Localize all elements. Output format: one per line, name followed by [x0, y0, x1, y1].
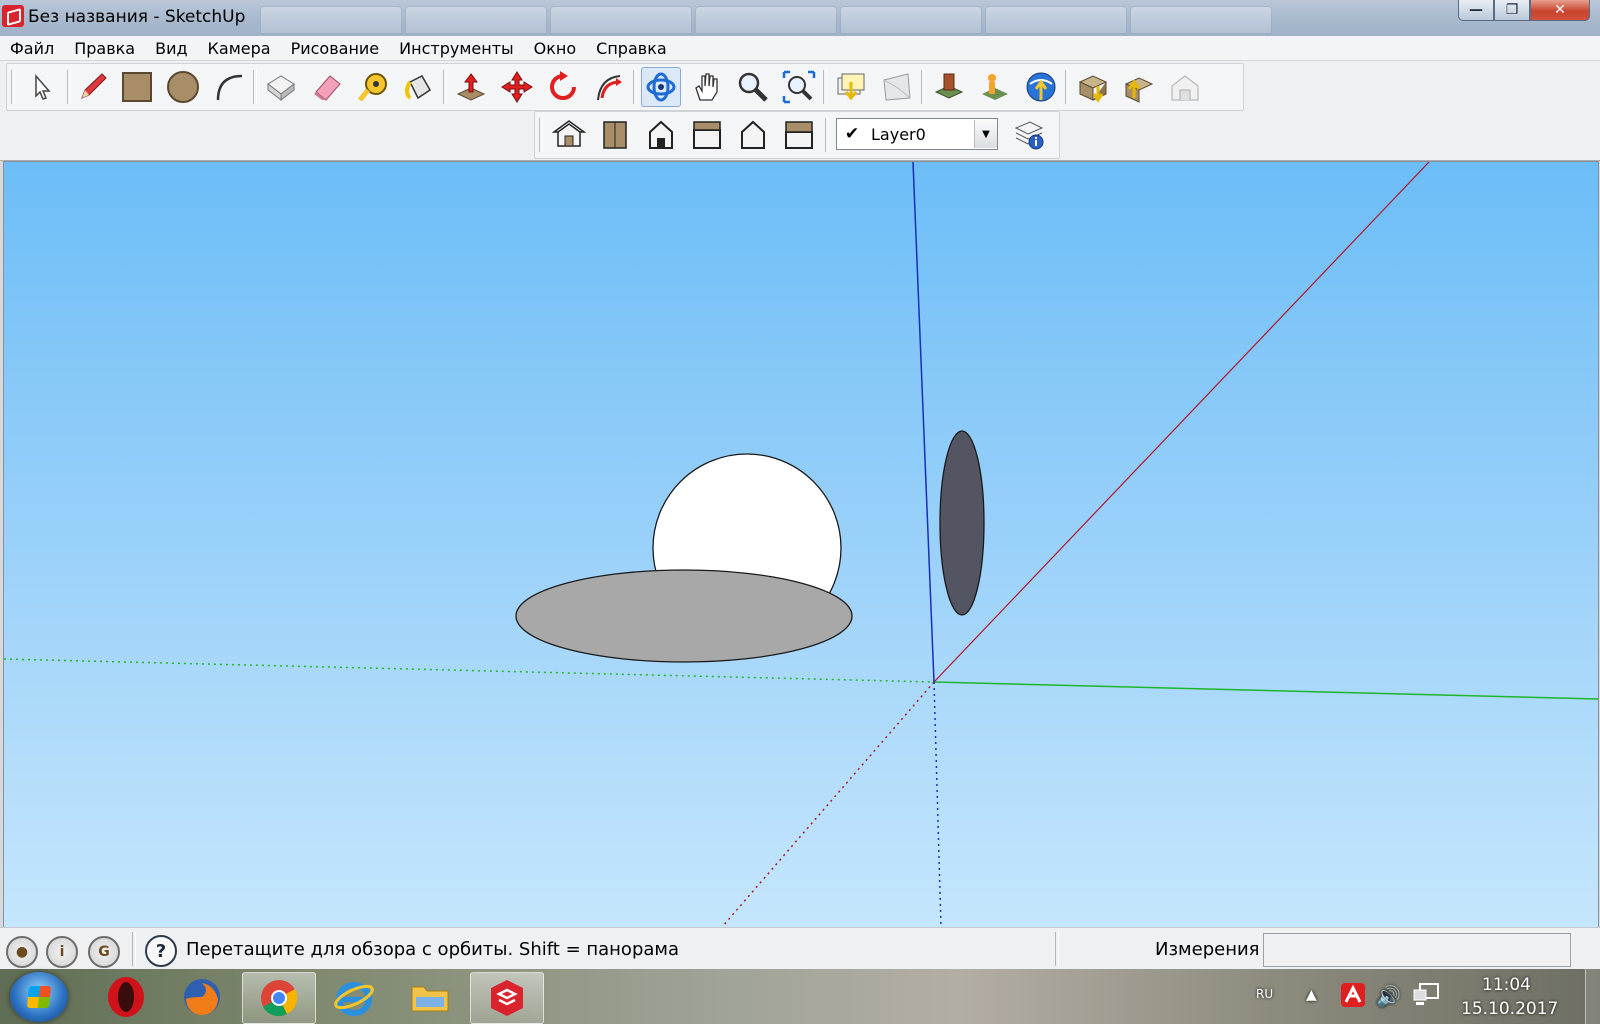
pencil-line-icon[interactable] — [73, 67, 113, 107]
move-icon[interactable] — [497, 67, 537, 107]
scene-canvas — [4, 162, 1598, 927]
menu-file[interactable]: Файл — [0, 39, 64, 58]
back-view-icon[interactable] — [733, 115, 773, 155]
circle-icon[interactable] — [163, 67, 203, 107]
layer-visible-checkmark: ✔ — [844, 124, 860, 144]
opera-icon[interactable] — [90, 972, 162, 1022]
main-toolbar — [6, 63, 1244, 111]
rotate-icon[interactable] — [543, 67, 583, 107]
windows-taskbar: RU ▲ 🔊 11:04 15.10.2017 — [0, 969, 1600, 1024]
select-arrow-icon[interactable] — [21, 67, 61, 107]
measurements-label: Измерения — [1155, 939, 1260, 960]
zoom-extents-icon[interactable] — [779, 67, 819, 107]
window-controls: — ❐ ✕ — [1458, 0, 1590, 22]
follow-me-icon[interactable] — [589, 67, 629, 107]
background-window-tabs — [260, 6, 1420, 34]
share-model-icon[interactable] — [877, 67, 917, 107]
menu-window[interactable]: Окно — [524, 39, 587, 58]
get-models-warehouse-icon[interactable] — [1073, 67, 1113, 107]
help-icon[interactable]: ? — [145, 935, 177, 967]
iso-view-icon[interactable] — [549, 115, 589, 155]
push-pull-icon[interactable] — [451, 67, 491, 107]
blue-axis-positive — [912, 162, 935, 683]
top-view-icon[interactable] — [595, 115, 635, 155]
chevron-down-icon[interactable]: ▼ — [974, 120, 997, 148]
menu-bar: Файл Правка Вид Камера Рисование Инструм… — [0, 36, 1600, 61]
title-bar: Без названия - SketchUp — ❐ ✕ — [0, 0, 1600, 36]
green-axis-negative — [4, 658, 935, 683]
disc-horizontal[interactable] — [515, 569, 853, 663]
blue-axis-negative — [933, 681, 942, 927]
network-icon[interactable] — [1412, 982, 1440, 1012]
chrome-icon[interactable] — [242, 972, 316, 1024]
arc-icon[interactable] — [209, 67, 249, 107]
menu-camera[interactable]: Камера — [198, 39, 281, 58]
menu-edit[interactable]: Правка — [64, 39, 145, 58]
menu-tools[interactable]: Инструменты — [389, 39, 524, 58]
menu-draw[interactable]: Рисование — [281, 39, 390, 58]
green-axis-positive — [933, 681, 1598, 700]
minimize-button[interactable]: — — [1458, 0, 1494, 21]
google-earth-icon[interactable] — [1021, 67, 1061, 107]
credits-icon[interactable]: i — [46, 936, 78, 968]
left-view-icon[interactable] — [779, 115, 819, 155]
status-message: Перетащите для обзора с орбиты. Shift = … — [186, 939, 680, 960]
clock-date[interactable]: 15.10.2017 — [1461, 999, 1558, 1019]
menu-help[interactable]: Справка — [586, 39, 677, 58]
zoom-icon[interactable] — [733, 67, 773, 107]
language-indicator[interactable]: RU — [1256, 987, 1273, 1001]
user-icon[interactable]: G — [88, 936, 120, 968]
drawing-viewport[interactable] — [3, 161, 1599, 928]
start-button[interactable] — [10, 972, 68, 1022]
restore-button[interactable]: ❐ — [1494, 0, 1530, 21]
layer-name: Layer0 — [871, 124, 926, 144]
red-axis-negative — [721, 681, 935, 927]
toolbar-area: ✔ Layer0 ▼ — [0, 61, 1600, 161]
tray-expand-icon[interactable]: ▲ — [1306, 987, 1317, 1003]
internet-explorer-icon[interactable] — [318, 972, 390, 1022]
share-component-icon[interactable] — [1119, 67, 1159, 107]
add-location-icon[interactable] — [929, 67, 969, 107]
status-bar: ● i G ? Перетащите для обзора с орбиты. … — [0, 927, 1600, 970]
window-title: Без названия - SketchUp — [28, 7, 246, 27]
volume-icon[interactable]: 🔊 — [1376, 984, 1401, 1008]
make-component-icon[interactable] — [261, 67, 301, 107]
sketchup-app-icon[interactable] — [2, 5, 24, 27]
show-desktop-button[interactable] — [1585, 969, 1600, 1024]
orbit-icon[interactable] — [641, 67, 681, 107]
sketchup-icon[interactable] — [470, 972, 544, 1024]
geo-location-icon[interactable]: ● — [6, 936, 38, 968]
get-models-icon[interactable] — [831, 67, 871, 107]
paint-bucket-icon[interactable] — [399, 67, 439, 107]
layer-dropdown[interactable]: ✔ Layer0 ▼ — [836, 118, 998, 150]
antivirus-icon[interactable] — [1340, 982, 1366, 1012]
extension-warehouse-icon[interactable] — [1165, 67, 1205, 107]
measurements-input[interactable] — [1263, 933, 1571, 967]
rectangle-icon[interactable] — [117, 67, 157, 107]
close-button[interactable]: ✕ — [1530, 0, 1590, 21]
file-explorer-icon[interactable] — [394, 972, 466, 1022]
toggle-terrain-icon[interactable] — [975, 67, 1015, 107]
firefox-icon[interactable] — [166, 972, 238, 1022]
clock-time[interactable]: 11:04 — [1482, 975, 1531, 995]
eraser-icon[interactable] — [307, 67, 347, 107]
tape-measure-icon[interactable] — [353, 67, 393, 107]
disc-vertical[interactable] — [939, 430, 985, 616]
pan-hand-icon[interactable] — [687, 67, 727, 107]
front-view-icon[interactable] — [641, 115, 681, 155]
right-view-icon[interactable] — [687, 115, 727, 155]
red-axis-positive — [933, 162, 1430, 683]
menu-view[interactable]: Вид — [145, 39, 197, 58]
layer-manager-icon[interactable] — [1009, 115, 1049, 155]
